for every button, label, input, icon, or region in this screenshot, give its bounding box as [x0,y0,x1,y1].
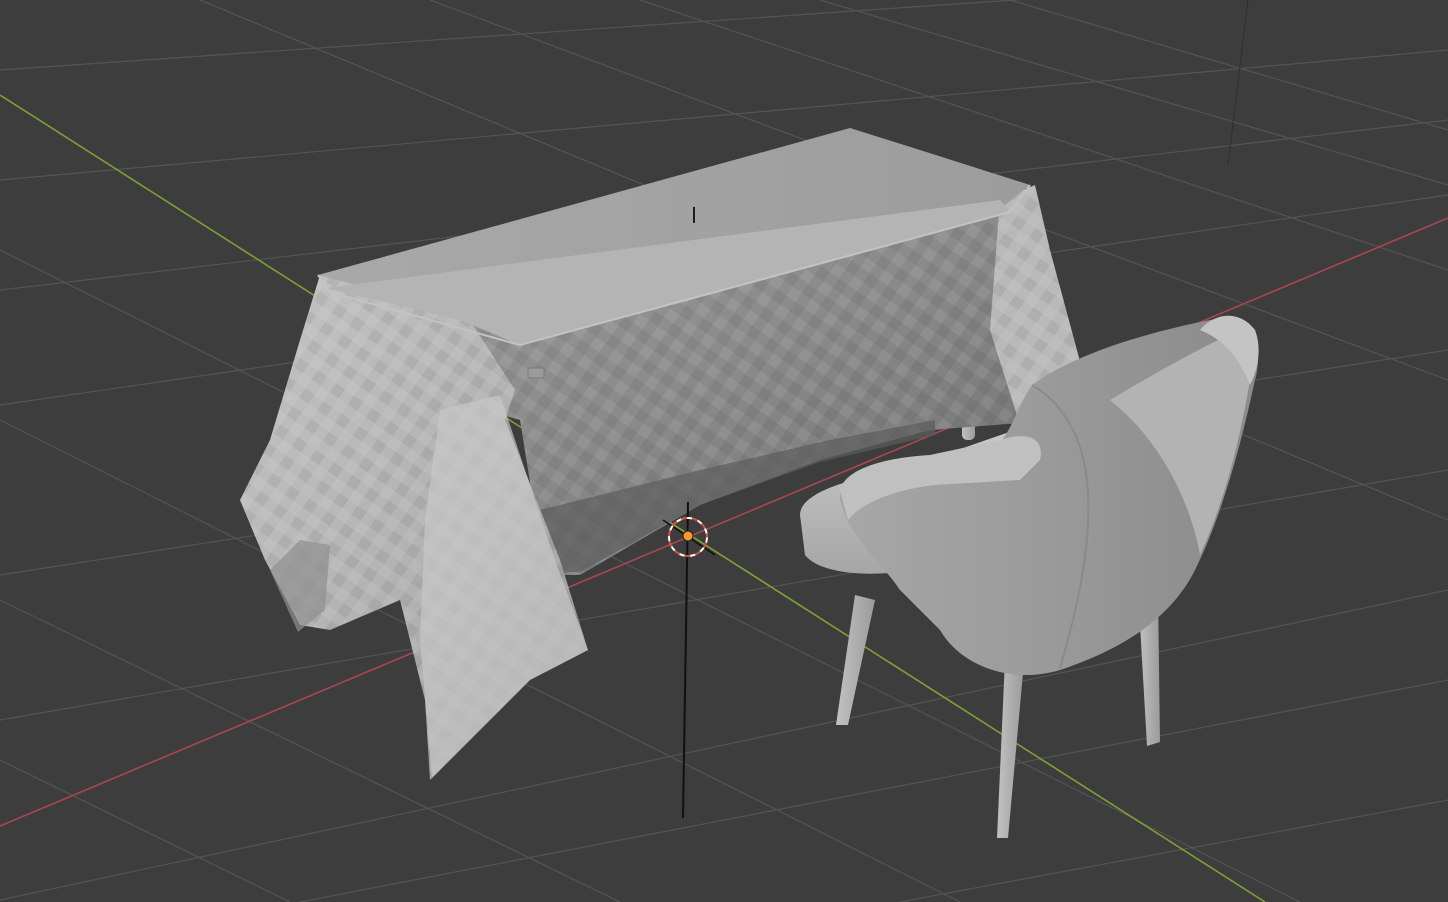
z-axis-background [1227,0,1249,166]
object-origin[interactable] [682,530,694,542]
viewport-scene[interactable] [0,0,1448,902]
3d-cursor[interactable] [662,501,716,819]
3d-viewport[interactable] [0,0,1448,902]
